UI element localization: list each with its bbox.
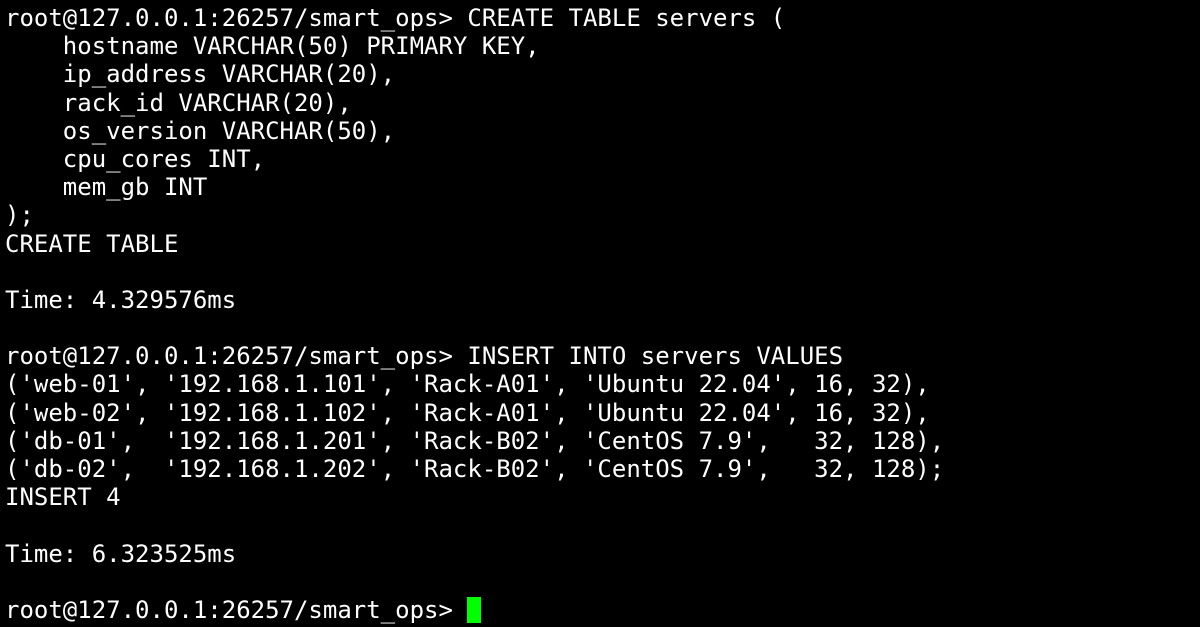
shell-prompt: root@127.0.0.1:26257/smart_ops> [5, 595, 468, 624]
text-cursor [467, 596, 482, 623]
terminal-line: ip_address VARCHAR(20), [5, 60, 396, 89]
terminal-line: ('web-01', '192.168.1.101', 'Rack-A01', … [5, 370, 930, 399]
terminal-line: Time: 6.323525ms [5, 539, 237, 568]
terminal-line: Time: 4.329576ms [5, 285, 237, 314]
terminal-line: ('web-02', '192.168.1.102', 'Rack-A01', … [5, 398, 930, 427]
terminal-line: root@127.0.0.1:26257/smart_ops> CREATE T… [5, 4, 786, 32]
terminal-line: ('db-02', '192.168.1.202', 'Rack-B02', '… [5, 455, 945, 483]
terminal-window[interactable]: root@127.0.0.1:26257/smart_ops> CREATE T… [0, 0, 1200, 627]
prompt-line[interactable]: root@127.0.0.1:26257/smart_ops> [5, 596, 1200, 624]
terminal-line: ('db-01', '192.168.1.201', 'Rack-B02', '… [5, 426, 945, 455]
terminal-line: ); [5, 201, 34, 230]
terminal-line: cpu_cores INT, [5, 144, 266, 173]
terminal-line: INSERT 4 [5, 483, 121, 512]
terminal-line: os_version VARCHAR(50), [5, 116, 396, 145]
terminal-line: rack_id VARCHAR(20), [5, 88, 352, 117]
terminal-line: root@127.0.0.1:26257/smart_ops> INSERT I… [5, 342, 844, 371]
terminal-line: hostname VARCHAR(50) PRIMARY KEY, [5, 32, 540, 61]
terminal-line: CREATE TABLE [5, 229, 179, 258]
terminal-line: mem_gb INT [5, 173, 208, 202]
